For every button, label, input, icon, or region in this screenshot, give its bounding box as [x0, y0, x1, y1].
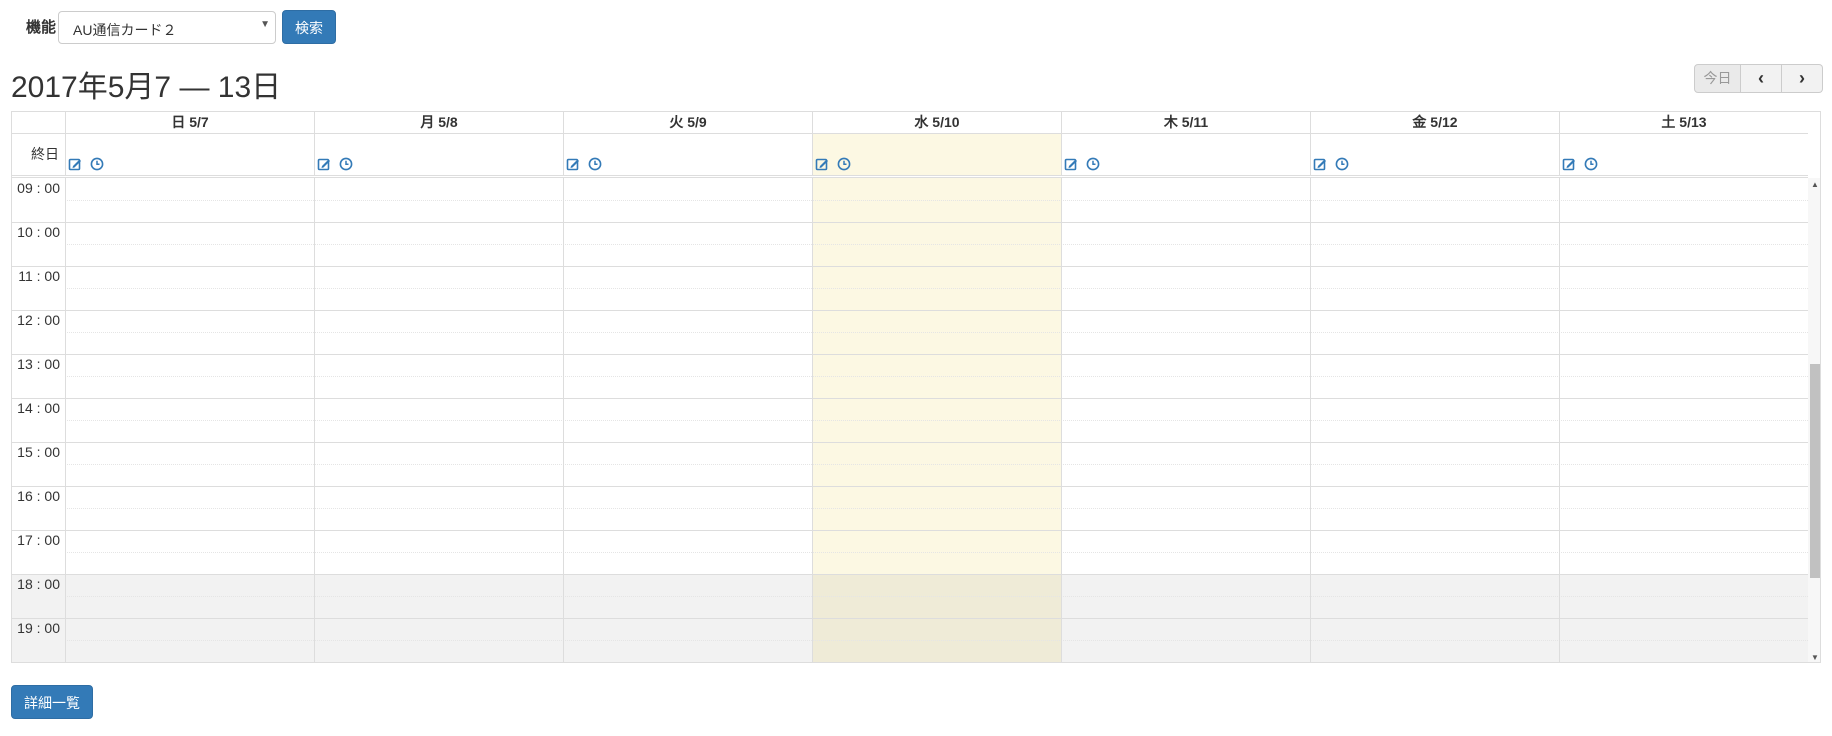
hour-line — [12, 354, 1808, 355]
clock-icon[interactable] — [1335, 157, 1349, 171]
clock-icon[interactable] — [90, 157, 104, 171]
edit-icon[interactable] — [68, 157, 82, 171]
day-header[interactable]: 木 5/11 — [1061, 112, 1310, 133]
day-header[interactable]: 土 5/13 — [1559, 112, 1808, 133]
search-button[interactable]: 検索 — [282, 10, 336, 44]
day-header[interactable]: 月 5/8 — [314, 112, 563, 133]
calendar-nav: 今日 ‹ › — [1694, 64, 1823, 93]
half-hour-line — [65, 552, 1808, 553]
day-column-divider — [563, 178, 564, 662]
page-title: 2017年5月7 — 13日 — [11, 71, 282, 104]
time-label: 15 : 00 — [17, 444, 60, 460]
search-bar: 機能 AU通信カード２ ▼ 検索 — [0, 0, 1832, 56]
chevron-right-icon: › — [1799, 68, 1805, 88]
allday-cell[interactable] — [1559, 134, 1808, 175]
next-week-button[interactable]: › — [1782, 64, 1823, 93]
allday-cell[interactable] — [314, 134, 563, 175]
clock-icon[interactable] — [1086, 157, 1100, 171]
edit-icon[interactable] — [1313, 157, 1327, 171]
day-header[interactable]: 日 5/7 — [65, 112, 314, 133]
day-column-divider — [1310, 178, 1311, 662]
edit-icon[interactable] — [317, 157, 331, 171]
day-column-divider — [314, 178, 315, 662]
edit-icon[interactable] — [815, 157, 829, 171]
allday-cell[interactable] — [65, 134, 314, 175]
clock-icon[interactable] — [1584, 157, 1598, 171]
hour-line — [12, 618, 1808, 619]
time-label: 14 : 00 — [17, 400, 60, 416]
clock-icon[interactable] — [588, 157, 602, 171]
time-grid[interactable]: 09 : 00 10 : 00 11 : 00 12 : 00 13 : 00 14 : … — [12, 178, 1808, 662]
week-calendar: 日 5/7 月 5/8 火 5/9 水 5/10 木 5/11 金 5/12 土 5/13 … — [11, 111, 1821, 663]
hour-line — [12, 574, 1808, 575]
edit-icon[interactable] — [566, 157, 580, 171]
prev-week-button[interactable]: ‹ — [1741, 64, 1782, 93]
time-label: 11 : 00 — [18, 268, 60, 284]
scroll-up-icon[interactable]: ▲ — [1810, 180, 1820, 189]
day-column-divider — [1061, 178, 1062, 662]
clock-icon[interactable] — [837, 157, 851, 171]
scroll-thumb[interactable] — [1810, 364, 1820, 578]
half-hour-line — [65, 376, 1808, 377]
time-label: 12 : 00 — [17, 312, 60, 328]
time-label: 09 : 00 — [17, 180, 60, 196]
day-header-row: 日 5/7 月 5/8 火 5/9 水 5/10 木 5/11 金 5/12 土 5/13 — [12, 112, 1808, 134]
function-select-value: AU通信カード２ — [73, 22, 177, 38]
half-hour-line — [65, 244, 1808, 245]
today-button[interactable]: 今日 — [1694, 64, 1741, 93]
half-hour-line — [65, 332, 1808, 333]
time-label: 13 : 00 — [17, 356, 60, 372]
half-hour-line — [65, 640, 1808, 641]
edit-icon[interactable] — [1064, 157, 1078, 171]
day-column-divider — [1559, 178, 1560, 662]
allday-label: 終日 — [31, 146, 59, 162]
time-label: 19 : 00 — [17, 620, 60, 636]
dropdown-arrow-icon: ▼ — [260, 19, 270, 30]
hour-line — [12, 530, 1808, 531]
function-label: 機能 — [26, 19, 57, 36]
time-label: 17 : 00 — [17, 532, 60, 548]
allday-row: 終日 — [12, 134, 1808, 178]
hour-line — [12, 442, 1808, 443]
day-header[interactable]: 金 5/12 — [1310, 112, 1559, 133]
day-column-divider — [812, 178, 813, 662]
time-label: 16 : 00 — [17, 488, 60, 504]
day-header[interactable]: 水 5/10 — [812, 112, 1061, 133]
time-label: 18 : 00 — [17, 576, 60, 592]
hour-line — [12, 222, 1808, 223]
edit-icon[interactable] — [1562, 157, 1576, 171]
half-hour-line — [65, 420, 1808, 421]
hour-line — [12, 398, 1808, 399]
allday-cell[interactable] — [812, 134, 1061, 175]
hour-line — [12, 266, 1808, 267]
detail-list-button[interactable]: 詳細一覧 — [11, 685, 93, 719]
half-hour-line — [65, 464, 1808, 465]
day-column-divider — [65, 178, 66, 662]
scroll-down-icon[interactable]: ▼ — [1810, 653, 1820, 662]
calendar-scrollbar[interactable]: ▲ ▼ — [1808, 178, 1820, 662]
chevron-left-icon: ‹ — [1758, 68, 1764, 88]
clock-icon[interactable] — [339, 157, 353, 171]
allday-cell[interactable] — [1310, 134, 1559, 175]
hour-line — [12, 310, 1808, 311]
half-hour-line — [65, 200, 1808, 201]
day-header[interactable]: 火 5/9 — [563, 112, 812, 133]
time-label: 10 : 00 — [17, 224, 60, 240]
allday-cell[interactable] — [563, 134, 812, 175]
hour-line — [12, 486, 1808, 487]
half-hour-line — [65, 508, 1808, 509]
half-hour-line — [65, 288, 1808, 289]
half-hour-line — [65, 596, 1808, 597]
allday-cell[interactable] — [1061, 134, 1310, 175]
function-select[interactable]: AU通信カード２ ▼ — [58, 11, 276, 44]
